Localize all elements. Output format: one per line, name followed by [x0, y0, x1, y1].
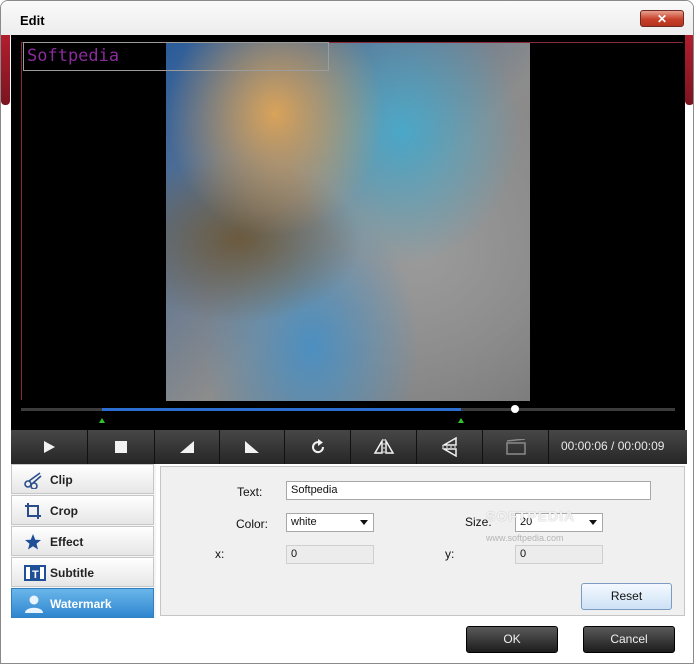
playback-toolbar: 00:00:06 / 00:00:09	[11, 430, 687, 464]
flip-horizontal-button[interactable]	[351, 430, 417, 464]
preview-border-left	[21, 42, 22, 400]
video-frame	[166, 42, 530, 401]
scissors-icon	[24, 471, 42, 492]
edit-dialog: Edit ✕ Softpedia 00:00:06 / 00:00:09 Cli…	[0, 0, 694, 664]
dialog-title: Edit	[20, 13, 45, 28]
flip-vertical-icon	[441, 436, 458, 458]
softpedia-watermark-url: www.softpedia.com	[486, 533, 564, 543]
person-icon	[24, 595, 44, 616]
tab-crop[interactable]: Crop	[11, 495, 154, 525]
text-label: Text:	[237, 485, 263, 499]
chevron-down-icon	[589, 520, 597, 525]
timeline-selection	[102, 408, 462, 411]
x-position-input[interactable]: 0	[286, 545, 374, 564]
watermark-text-input[interactable]: Softpedia	[286, 481, 651, 500]
timeline-handle[interactable]	[510, 405, 519, 413]
flip-vertical-button[interactable]	[417, 430, 483, 464]
title-bar[interactable]: Edit ✕	[1, 1, 693, 37]
play-button[interactable]	[11, 430, 88, 464]
crop-icon	[24, 502, 42, 523]
tab-watermark[interactable]: Watermark	[11, 588, 154, 618]
tab-crop-label: Crop	[50, 504, 78, 518]
ok-button[interactable]: OK	[466, 626, 558, 653]
color-select-value: white	[291, 516, 317, 528]
y-label: y:	[445, 547, 455, 561]
color-label: Color:	[236, 517, 269, 531]
watermark-overlay[interactable]: Softpedia	[23, 42, 329, 71]
chevron-down-icon	[360, 520, 368, 525]
end-marker[interactable]	[458, 418, 465, 423]
close-button[interactable]: ✕	[640, 10, 684, 27]
flip-horizontal-icon	[373, 439, 394, 455]
subtitle-icon: T	[24, 564, 46, 585]
video-preview: Softpedia	[11, 35, 685, 430]
cancel-button[interactable]: Cancel	[583, 626, 675, 653]
tab-clip-label: Clip	[50, 473, 73, 487]
right-accent	[685, 35, 693, 105]
tab-effect-label: Effect	[50, 535, 84, 549]
fade-out-icon	[245, 441, 259, 453]
rotate-button[interactable]	[285, 430, 351, 464]
watermark-settings-panel: Text: Softpedia Color: white Size: 20 SO…	[160, 466, 685, 616]
softpedia-watermark-logo: SOFTPEDIA	[486, 508, 576, 524]
crop-frame-icon	[505, 439, 526, 455]
start-marker[interactable]	[99, 418, 106, 423]
timecode: 00:00:06 / 00:00:09	[561, 439, 665, 453]
star-icon	[24, 533, 42, 554]
watermark-overlay-text: Softpedia	[27, 46, 120, 66]
color-select[interactable]: white	[286, 513, 374, 532]
tab-subtitle-label: Subtitle	[50, 566, 94, 580]
fade-in-icon	[180, 441, 194, 453]
reset-button[interactable]: Reset	[581, 583, 672, 610]
fade-out-button[interactable]	[220, 430, 285, 464]
y-position-input[interactable]: 0	[515, 545, 603, 564]
tab-clip[interactable]: Clip	[11, 464, 154, 494]
edit-tabs: Clip Crop Effect T Subtitle Watermark	[11, 464, 156, 618]
left-accent	[1, 35, 10, 105]
tab-effect[interactable]: Effect	[11, 526, 154, 556]
x-label: x:	[215, 547, 225, 561]
svg-text:T: T	[32, 569, 39, 581]
rotate-icon	[311, 439, 324, 454]
tab-subtitle[interactable]: T Subtitle	[11, 557, 154, 587]
stop-icon	[115, 441, 127, 453]
fade-in-button[interactable]	[155, 430, 220, 464]
play-icon	[44, 441, 55, 453]
tab-watermark-label: Watermark	[50, 597, 112, 611]
stop-button[interactable]	[88, 430, 155, 464]
crop-frame-button[interactable]	[483, 430, 549, 464]
